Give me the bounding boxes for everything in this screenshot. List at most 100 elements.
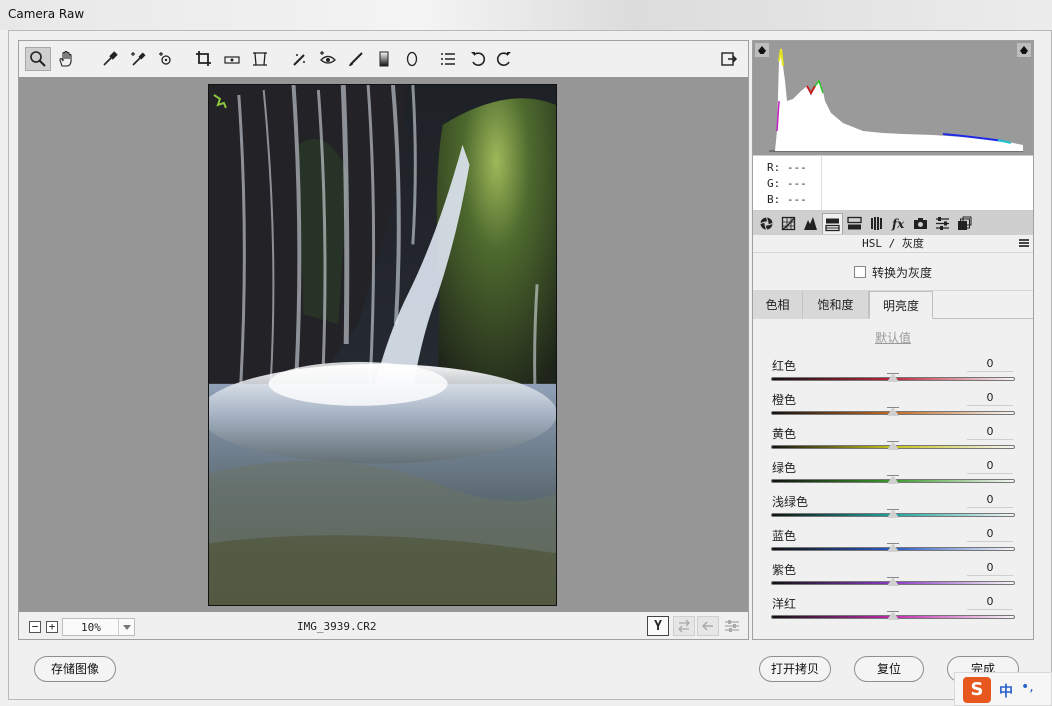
crop-tool[interactable]: [191, 47, 217, 71]
zoom-value: 10%: [81, 621, 101, 634]
slider-thumb[interactable]: [887, 611, 899, 620]
image-canvas[interactable]: [19, 77, 748, 612]
highlight-clipping-toggle[interactable]: [1017, 43, 1031, 57]
zoom-tool[interactable]: [25, 47, 51, 71]
straighten-tool[interactable]: [219, 47, 245, 71]
slider-row: 绿色 0: [753, 459, 1033, 493]
slider-value[interactable]: 0: [967, 595, 1013, 610]
tab-effects[interactable]: fx: [888, 213, 909, 234]
slider-thumb[interactable]: [887, 577, 899, 586]
panel-title: HSL / 灰度: [753, 235, 1033, 253]
hand-tool[interactable]: [53, 47, 79, 71]
slider-label: 洋红: [772, 597, 797, 611]
panel-title-text: HSL / 灰度: [862, 237, 924, 250]
graduated-filter-tool[interactable]: [371, 47, 397, 71]
tab-hsl[interactable]: [822, 213, 843, 234]
default-link[interactable]: 默认值: [753, 329, 1033, 346]
slider-thumb[interactable]: [887, 543, 899, 552]
tab-saturation[interactable]: 饱和度: [803, 291, 869, 319]
transform-icon: [253, 52, 267, 66]
transform-tool[interactable]: [247, 47, 273, 71]
tab-snapshots[interactable]: [954, 213, 975, 234]
slider-thumb[interactable]: [887, 475, 899, 484]
targeted-adjustment-tool[interactable]: [153, 47, 179, 71]
convert-grayscale-label: 转换为灰度: [872, 266, 933, 280]
white-balance-tool[interactable]: [97, 47, 123, 71]
title-bar: Camera Raw: [0, 0, 1052, 30]
open-copy-button[interactable]: 打开拷贝: [759, 656, 831, 682]
panel-menu-icon[interactable]: [1019, 239, 1029, 247]
convert-grayscale-checkbox[interactable]: [854, 266, 866, 278]
slider-value[interactable]: 0: [967, 527, 1013, 542]
fx-icon: fx: [891, 217, 905, 231]
slider-thumb[interactable]: [887, 373, 899, 382]
slider-value[interactable]: 0: [967, 493, 1013, 508]
ime-punctuation[interactable]: •,: [1021, 679, 1034, 695]
radial-filter-tool[interactable]: [399, 47, 425, 71]
tab-split-toning[interactable]: [844, 213, 865, 234]
slider-thumb[interactable]: [887, 441, 899, 450]
slider-label: 橙色: [772, 393, 797, 407]
slider-value[interactable]: 0: [967, 459, 1013, 474]
rotate-cw-icon: [496, 52, 511, 66]
zoom-in-button[interactable]: +: [46, 621, 58, 633]
lens-icon: [871, 217, 882, 230]
panel-tab-bar: fx: [753, 211, 1033, 235]
zoom-select[interactable]: 10%: [62, 618, 135, 636]
slider-thumb[interactable]: [887, 509, 899, 518]
list-icon: [441, 53, 455, 65]
export-icon: [721, 52, 738, 66]
tab-luminance[interactable]: 明亮度: [869, 291, 933, 319]
hsl-subtabs: 色相 饱和度 明亮度: [753, 291, 1033, 319]
status-bar: − + 10% IMG_3939.CR2 Y: [19, 612, 748, 639]
histogram: [753, 41, 1033, 155]
color-sampler-tool[interactable]: [125, 47, 151, 71]
spot-removal-tool[interactable]: [287, 47, 313, 71]
tab-lens[interactable]: [866, 213, 887, 234]
tab-presets[interactable]: [932, 213, 953, 234]
eyedropper-icon: [103, 51, 118, 66]
open-in-photoshop-button[interactable]: [716, 47, 742, 71]
slider-row: 黄色 0: [753, 425, 1033, 459]
tab-basic[interactable]: [756, 213, 777, 234]
slider-value[interactable]: 0: [967, 391, 1013, 406]
slider-value[interactable]: 0: [967, 357, 1013, 372]
ellipse-icon: [406, 51, 418, 67]
compare-view-button[interactable]: Y: [647, 616, 669, 636]
red-eye-tool[interactable]: [315, 47, 341, 71]
shadow-clipping-toggle[interactable]: [755, 43, 769, 57]
zoom-out-button[interactable]: −: [29, 621, 41, 633]
hand-icon: [59, 50, 72, 67]
slider-value[interactable]: 0: [967, 425, 1013, 440]
sliders-icon: [725, 620, 739, 632]
swap-settings-button[interactable]: [673, 616, 695, 636]
snapshot-stack-icon: [958, 216, 972, 230]
rotate-ccw-icon: [471, 52, 486, 66]
save-image-button[interactable]: 存储图像: [34, 656, 116, 682]
tab-tone-curve[interactable]: [778, 213, 799, 234]
copy-settings-button[interactable]: [697, 616, 719, 636]
eye-icon: [320, 51, 336, 64]
tab-hue[interactable]: 色相: [753, 291, 803, 319]
adjustment-brush-tool[interactable]: [343, 47, 369, 71]
tab-detail[interactable]: [800, 213, 821, 234]
ime-language[interactable]: 中: [999, 681, 1013, 701]
view-settings-button[interactable]: [721, 616, 743, 636]
tab-camera-calibration[interactable]: [910, 213, 931, 234]
level-icon: [224, 56, 240, 64]
rgb-readout: R: --- G: --- B: ---: [753, 155, 1033, 212]
slider-value[interactable]: 0: [967, 561, 1013, 576]
slider-thumb[interactable]: [887, 407, 899, 416]
slider-label: 紫色: [772, 563, 797, 577]
file-name: IMG_3939.CR2: [297, 620, 377, 633]
reset-button[interactable]: 复位: [854, 656, 924, 682]
preferences-tool[interactable]: [435, 47, 461, 71]
slider-row: 红色 0: [753, 357, 1033, 391]
rotate-left-tool[interactable]: [465, 47, 491, 71]
chevron-down-icon: [118, 619, 134, 635]
slider-label: 绿色: [772, 461, 797, 475]
rotate-right-tool[interactable]: [491, 47, 517, 71]
blue-readout: B: ---: [767, 193, 807, 206]
green-readout: G: ---: [767, 177, 807, 190]
ime-toolbar[interactable]: S 中 •,: [954, 672, 1052, 706]
